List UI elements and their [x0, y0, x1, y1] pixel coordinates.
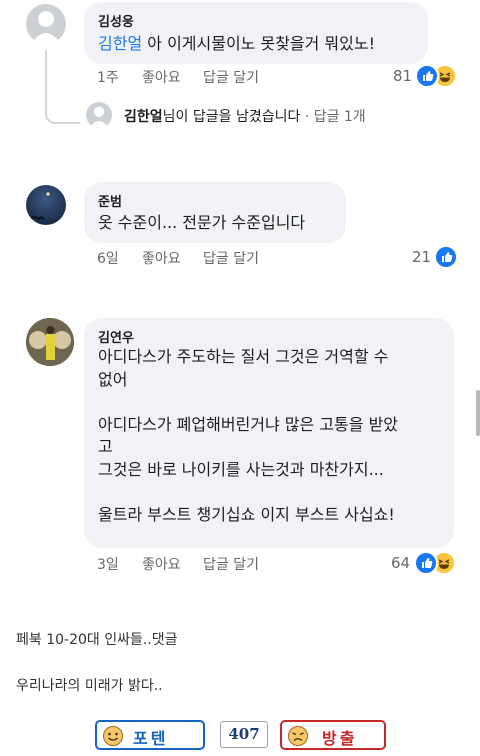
comment-author[interactable]: 김연우 [98, 327, 134, 346]
comment-text: 아디다스가 주도하는 질서 그것은 거역할 수 없어 아디다스가 폐업해버린거냐 많… [98, 347, 399, 524]
avatar[interactable] [26, 318, 74, 366]
post-text-line: 페북 10-20대 인싸들..댓글 [16, 632, 178, 648]
reply-link[interactable]: 답글 달기 [203, 554, 259, 574]
comment-author[interactable]: 김성웅 [98, 11, 134, 30]
like-link[interactable]: 좋아요 [142, 248, 181, 268]
downvote-button[interactable]: 방출 [280, 720, 386, 750]
like-link[interactable]: 좋아요 [142, 554, 181, 574]
thumbs-up-icon [434, 245, 458, 269]
comment-time[interactable]: 1주 [97, 67, 119, 87]
default-profile-icon [31, 11, 61, 44]
reply-summary-link[interactable]: 김한얼님이 답글을 남겼습니다 · 답글 1개 [124, 106, 366, 126]
comment-time[interactable]: 6일 [97, 248, 119, 268]
mention-link[interactable]: 김한얼 [98, 34, 142, 53]
reply-link[interactable]: 답글 달기 [203, 67, 259, 87]
like-link[interactable]: 좋아요 [142, 67, 181, 87]
comment-text: 김한얼 아 이게시물이노 못찾을거 뭐있노! [98, 34, 376, 53]
person-photo-icon [26, 318, 74, 366]
vote-count: 407 [228, 725, 260, 743]
reaction-count[interactable]: 21 [412, 248, 431, 266]
thumbs-up-icon [414, 551, 438, 575]
reply-author: 김한얼 [124, 109, 163, 125]
comment-bubble[interactable]: 준범 옷 수준이... 전문가 수준입니다 [84, 182, 346, 243]
vote-count-box: 407 [220, 721, 268, 748]
avatar-default[interactable] [26, 4, 66, 44]
reaction-count[interactable]: 64 [391, 554, 410, 572]
downvote-label: 방출 [322, 729, 358, 748]
upvote-label: 포텐 [133, 729, 169, 748]
avatar[interactable] [26, 185, 66, 225]
post-text-line: 우리나라의 미래가 밝다.. [16, 678, 163, 694]
comment-bubble[interactable]: 김연우 아디다스가 주도하는 질서 그것은 거역할 수 없어 아디다스가 폐업해버린… [84, 318, 454, 548]
scrollbar-thumb[interactable] [476, 390, 480, 436]
reaction-count[interactable]: 81 [393, 67, 412, 85]
comment-time[interactable]: 3일 [97, 554, 119, 574]
reply-avatar[interactable] [86, 102, 112, 128]
reply-link[interactable]: 답글 달기 [203, 248, 259, 268]
thumbs-up-icon [415, 64, 439, 88]
reply-thread-line [45, 50, 80, 124]
upvote-button[interactable]: 포텐 [95, 720, 205, 750]
night-sky-photo-icon [29, 192, 50, 221]
comment-text: 옷 수준이... 전문가 수준입니다 [98, 213, 306, 232]
default-profile-icon [89, 106, 109, 128]
emoji-face-icon [103, 726, 123, 746]
emoji-face-icon [288, 726, 308, 746]
comment-bubble[interactable]: 김성웅 김한얼 아 이게시물이노 못찾을거 뭐있노! [84, 2, 428, 64]
comment-author[interactable]: 준범 [98, 191, 122, 210]
